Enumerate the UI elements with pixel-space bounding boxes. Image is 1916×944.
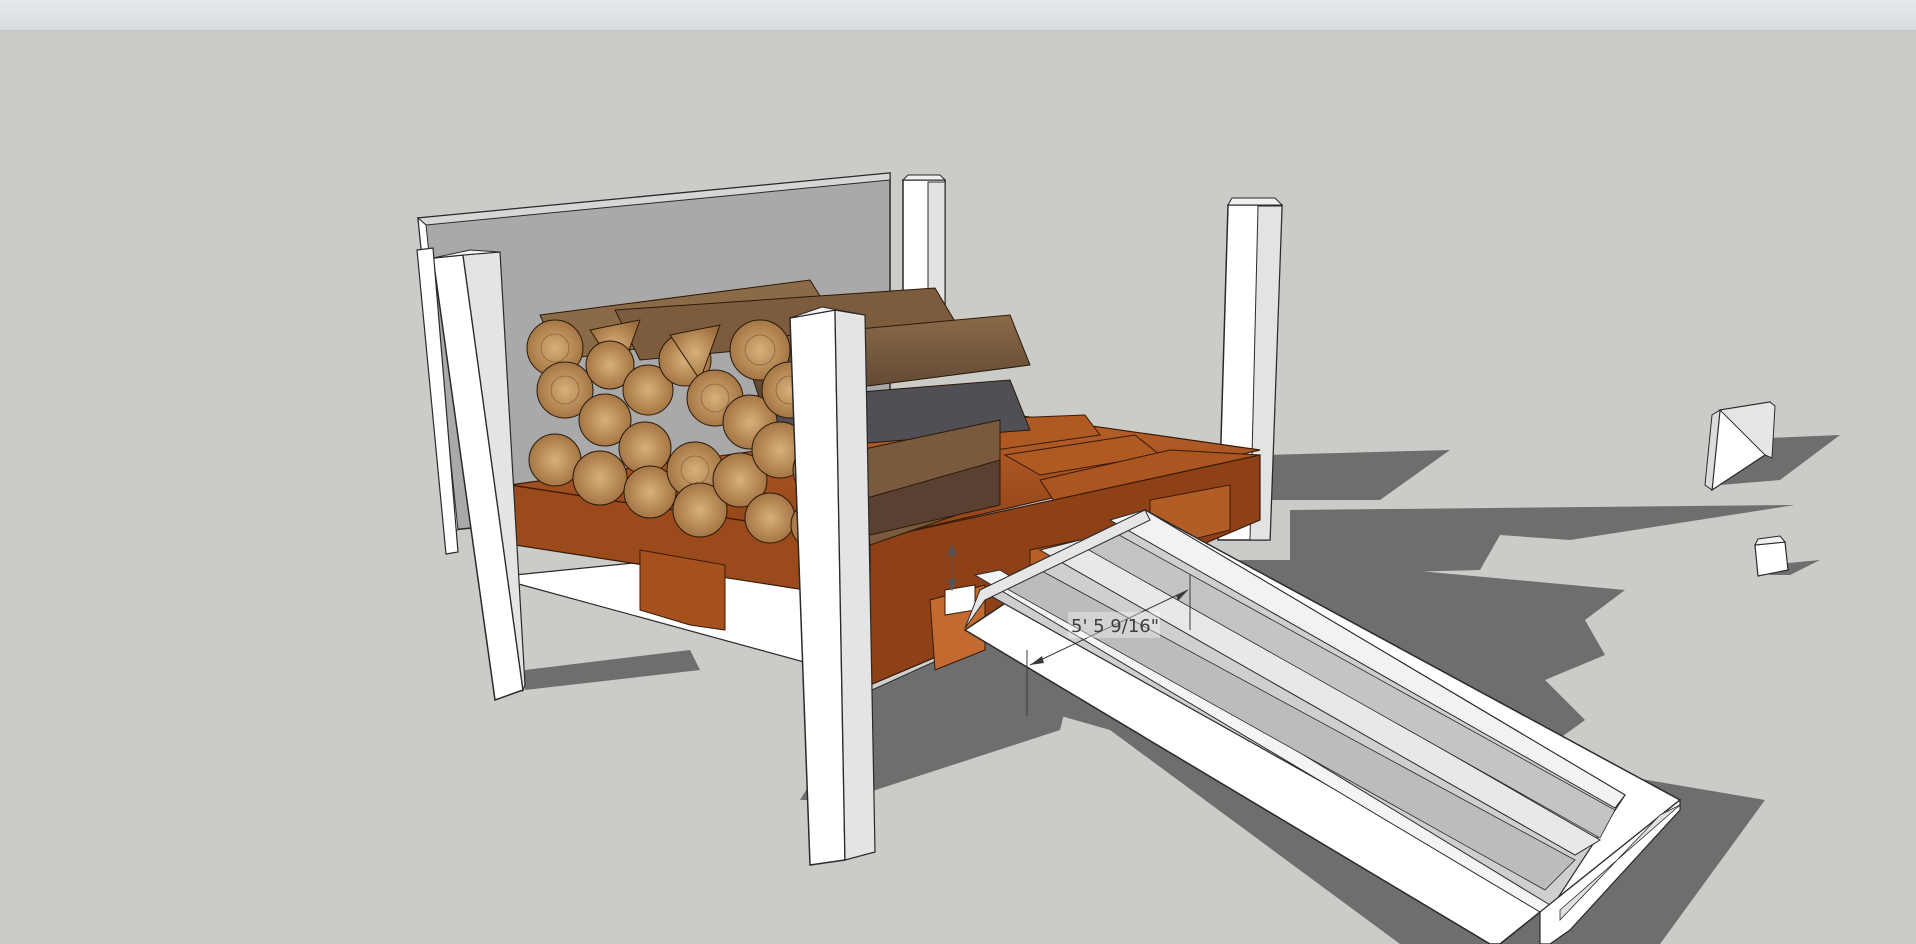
tiny-block[interactable] — [1754, 535, 1789, 577]
post-front-middle[interactable] — [789, 306, 876, 866]
modeling-viewport[interactable]: 5' 5 9/16" — [0, 30, 1916, 944]
window-title-bar — [0, 0, 1916, 31]
dimension-label: 5' 5 9/16" — [1071, 616, 1159, 637]
